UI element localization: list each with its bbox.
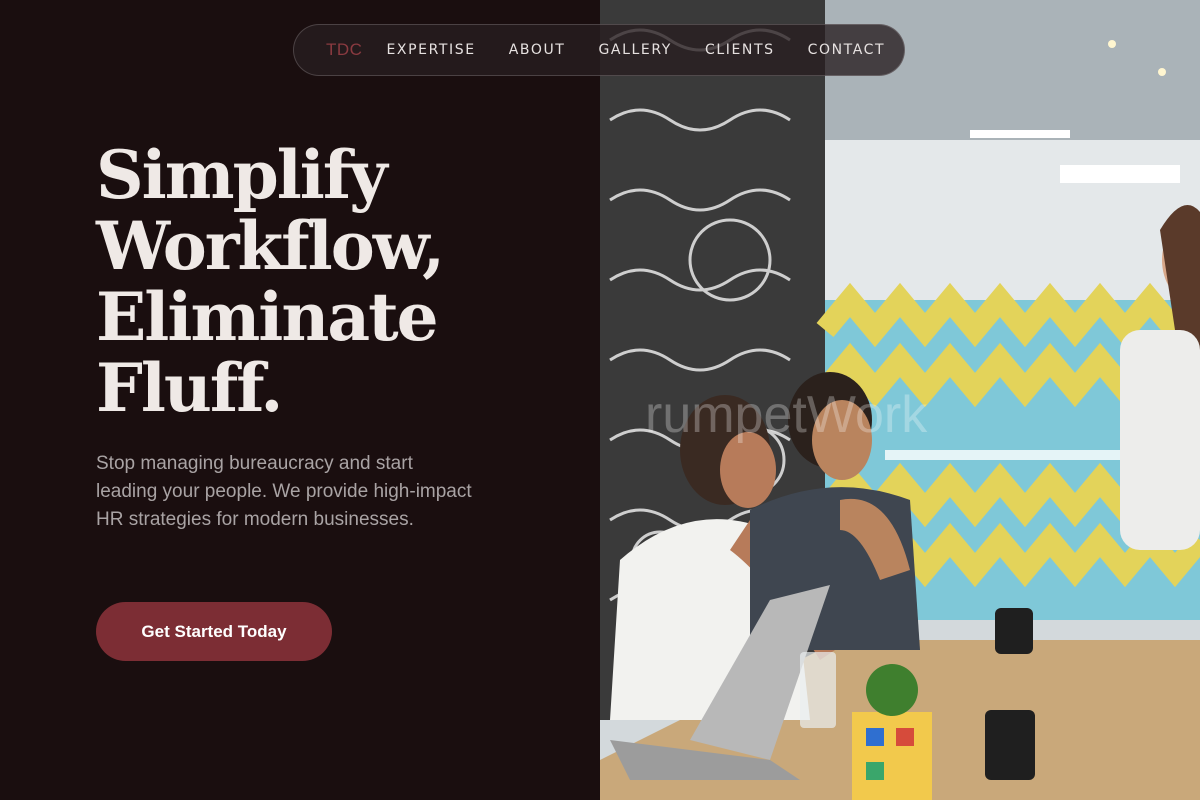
logo[interactable]: TDC: [326, 40, 362, 60]
hero-headline: Simplify Workflow, Eliminate Fluff.: [96, 140, 576, 424]
nav-link-clients[interactable]: CLIENTS: [705, 42, 775, 58]
nav-link-expertise[interactable]: EXPERTISE: [386, 42, 475, 58]
nav-link-gallery[interactable]: GALLERY: [598, 42, 671, 58]
headline-line: Eliminate: [96, 278, 439, 356]
hero-photo: rumpetWork: [600, 0, 1200, 800]
nav-link-about[interactable]: ABOUT: [509, 42, 566, 58]
hero-left-panel: Simplify Workflow, Eliminate Fluff. Stop…: [0, 0, 600, 800]
headline-line: Workflow,: [96, 207, 445, 285]
hero-subtext: Stop managing bureaucracy and start lead…: [96, 453, 472, 530]
top-nav: TDC EXPERTISE ABOUT GALLERY CLIENTS CONT…: [293, 24, 905, 76]
landing-page: Simplify Workflow, Eliminate Fluff. Stop…: [0, 0, 1200, 800]
headline-line: Fluff.: [96, 349, 283, 427]
get-started-button[interactable]: Get Started Today: [96, 602, 332, 661]
svg-text:rumpetWork: rumpetWork: [645, 386, 928, 444]
headline-line: Simplify: [96, 136, 388, 214]
nav-link-contact[interactable]: CONTACT: [808, 42, 886, 58]
